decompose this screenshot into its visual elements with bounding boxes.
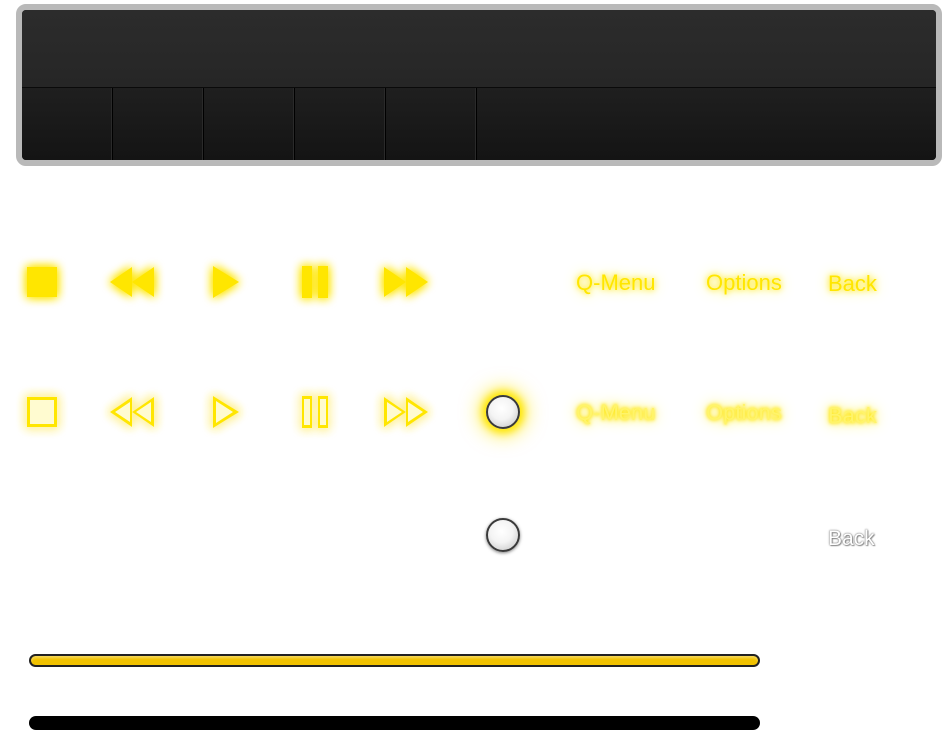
back-button-plain[interactable]: Back	[828, 527, 875, 551]
rewind-icon[interactable]	[102, 252, 162, 312]
progress-bar-track[interactable]	[29, 716, 760, 730]
slider-knob-glow[interactable]	[486, 395, 520, 429]
qmenu-button-pressed[interactable]: Q-Menu	[576, 400, 655, 426]
panel-slot-1[interactable]	[22, 88, 113, 160]
play-icon-pressed[interactable]	[196, 382, 256, 442]
fast-forward-icon[interactable]	[376, 252, 436, 312]
play-icon[interactable]	[196, 252, 256, 312]
pause-icon[interactable]	[285, 252, 345, 312]
panel-slot-5[interactable]	[386, 88, 477, 160]
rewind-icon-pressed[interactable]	[102, 382, 162, 442]
pause-icon-pressed[interactable]	[285, 382, 345, 442]
panel-slot-2[interactable]	[113, 88, 204, 160]
panel-slot-3[interactable]	[204, 88, 295, 160]
panel-slot-4[interactable]	[295, 88, 386, 160]
fast-forward-icon-pressed[interactable]	[376, 382, 436, 442]
progress-bar-filled[interactable]	[29, 654, 760, 667]
stop-icon[interactable]	[12, 252, 72, 312]
back-button-pressed[interactable]: Back	[828, 403, 877, 429]
panel-button-row	[22, 88, 936, 160]
slider-knob[interactable]	[486, 518, 520, 552]
control-panel	[16, 4, 942, 166]
panel-display-area	[22, 10, 936, 88]
panel-slot-wide[interactable]	[477, 88, 936, 160]
stop-icon-pressed[interactable]	[12, 382, 72, 442]
options-button[interactable]: Options	[706, 270, 782, 296]
qmenu-button[interactable]: Q-Menu	[576, 270, 655, 296]
options-button-pressed[interactable]: Options	[706, 400, 782, 426]
back-button[interactable]: Back	[828, 271, 877, 297]
